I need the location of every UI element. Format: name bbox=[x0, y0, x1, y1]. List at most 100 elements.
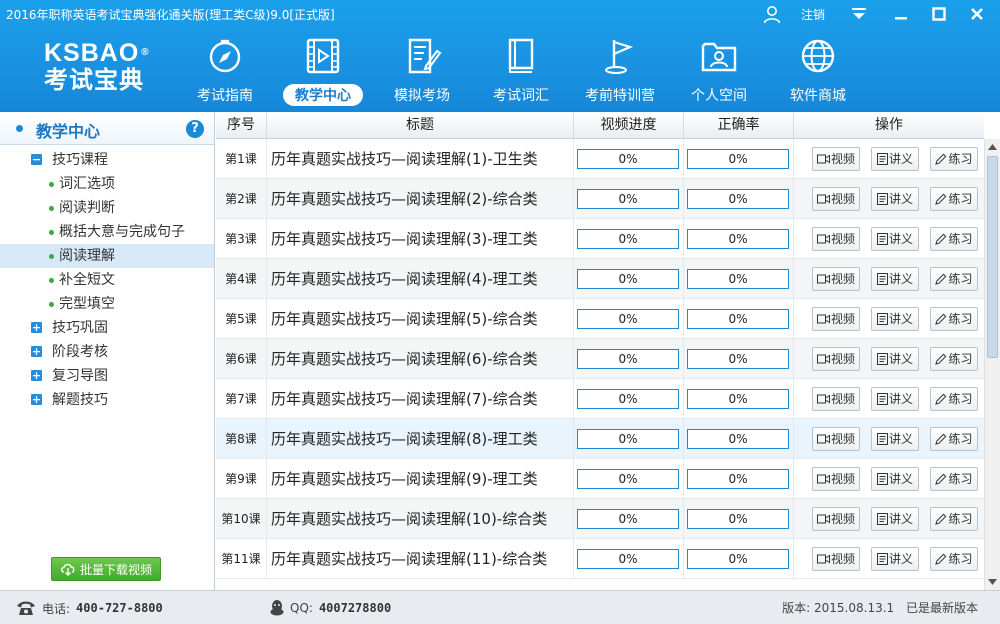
practice-button[interactable]: 练习 bbox=[930, 347, 978, 371]
tree-leaf[interactable]: 概括大意与完成句子 bbox=[0, 220, 214, 244]
practice-button[interactable]: 练习 bbox=[930, 307, 978, 331]
video-button[interactable]: 视频 bbox=[812, 427, 860, 451]
expand-icon[interactable]: + bbox=[31, 346, 42, 357]
notes-button[interactable]: 讲义 bbox=[871, 147, 919, 171]
table-row[interactable]: 第1课 历年真题实战技巧—阅读理解(1)-卫生类 0% 0% 视频 讲义 练习 bbox=[216, 139, 984, 179]
nav-personal-space[interactable]: 个人空间 bbox=[670, 34, 768, 108]
practice-button[interactable]: 练习 bbox=[930, 227, 978, 251]
practice-button[interactable]: 练习 bbox=[930, 507, 978, 531]
accuracy-cell: 0% bbox=[684, 539, 794, 579]
lesson-title[interactable]: 历年真题实战技巧—阅读理解(3)-理工类 bbox=[267, 219, 574, 259]
table-row[interactable]: 第4课 历年真题实战技巧—阅读理解(4)-理工类 0% 0% 视频 讲义 练习 bbox=[216, 259, 984, 299]
notes-button[interactable]: 讲义 bbox=[871, 267, 919, 291]
nav-pre-exam-training[interactable]: 考前特训营 bbox=[571, 34, 669, 108]
tree-leaf[interactable]: 完型填空 bbox=[0, 292, 214, 316]
tree-group[interactable]: + 技巧巩固 bbox=[0, 316, 214, 340]
tree-leaf[interactable]: 阅读判断 bbox=[0, 196, 214, 220]
practice-button[interactable]: 练习 bbox=[930, 467, 978, 491]
practice-button[interactable]: 练习 bbox=[930, 387, 978, 411]
table-row[interactable]: 第6课 历年真题实战技巧—阅读理解(6)-综合类 0% 0% 视频 讲义 练习 bbox=[216, 339, 984, 379]
expand-icon[interactable]: + bbox=[31, 370, 42, 381]
video-icon bbox=[816, 434, 830, 444]
nav-exam-vocabulary[interactable]: 考试词汇 bbox=[472, 34, 570, 108]
practice-button[interactable]: 练习 bbox=[930, 267, 978, 291]
scroll-down-icon[interactable] bbox=[985, 574, 1000, 590]
tree-leaf-label: 阅读理解 bbox=[59, 248, 115, 264]
video-button[interactable]: 视频 bbox=[812, 387, 860, 411]
tree-group[interactable]: + 复习导图 bbox=[0, 364, 214, 388]
collapse-icon[interactable]: − bbox=[31, 154, 42, 165]
video-button[interactable]: 视频 bbox=[812, 347, 860, 371]
notes-button[interactable]: 讲义 bbox=[871, 547, 919, 571]
lesson-table: 序号 标题 视频进度 正确率 操作 第1课 历年真题实战技巧—阅读理解(1)-卫生… bbox=[216, 112, 1000, 590]
video-button[interactable]: 视频 bbox=[812, 187, 860, 211]
nav-teaching-center[interactable]: 教学中心 bbox=[274, 34, 372, 108]
video-button[interactable]: 视频 bbox=[812, 547, 860, 571]
practice-button[interactable]: 练习 bbox=[930, 547, 978, 571]
table-row[interactable]: 第9课 历年真题实战技巧—阅读理解(9)-理工类 0% 0% 视频 讲义 练习 bbox=[216, 459, 984, 499]
notes-button[interactable]: 讲义 bbox=[871, 227, 919, 251]
notes-button[interactable]: 讲义 bbox=[871, 347, 919, 371]
nav-exam-guide[interactable]: 考试指南 bbox=[176, 34, 274, 108]
table-row[interactable]: 第8课 历年真题实战技巧—阅读理解(8)-理工类 0% 0% 视频 讲义 练习 bbox=[216, 419, 984, 459]
notes-button[interactable]: 讲义 bbox=[871, 387, 919, 411]
tree-leaf[interactable]: 词汇选项 bbox=[0, 172, 214, 196]
notes-button[interactable]: 讲义 bbox=[871, 307, 919, 331]
accuracy-cell: 0% bbox=[684, 139, 794, 179]
practice-button-label: 练习 bbox=[948, 512, 973, 526]
expand-icon[interactable]: + bbox=[31, 322, 42, 333]
scroll-up-icon[interactable] bbox=[985, 139, 1000, 155]
close-icon[interactable] bbox=[964, 3, 990, 25]
user-icon[interactable] bbox=[762, 4, 782, 24]
notes-button[interactable]: 讲义 bbox=[871, 507, 919, 531]
menu-dropdown-icon[interactable] bbox=[846, 3, 872, 25]
notes-button[interactable]: 讲义 bbox=[871, 187, 919, 211]
batch-download-button[interactable]: 批量下载视频 bbox=[51, 557, 161, 581]
notes-button[interactable]: 讲义 bbox=[871, 427, 919, 451]
lesson-title[interactable]: 历年真题实战技巧—阅读理解(8)-理工类 bbox=[267, 419, 574, 459]
tree-group[interactable]: + 解题技巧 bbox=[0, 388, 214, 412]
video-button[interactable]: 视频 bbox=[812, 227, 860, 251]
lesson-title[interactable]: 历年真题实战技巧—阅读理解(2)-综合类 bbox=[267, 179, 574, 219]
table-row[interactable]: 第3课 历年真题实战技巧—阅读理解(3)-理工类 0% 0% 视频 讲义 练习 bbox=[216, 219, 984, 259]
lesson-title[interactable]: 历年真题实战技巧—阅读理解(7)-综合类 bbox=[267, 379, 574, 419]
tree-group[interactable]: − 技巧课程 bbox=[0, 148, 214, 172]
minimize-icon[interactable] bbox=[888, 3, 914, 25]
notes-button[interactable]: 讲义 bbox=[871, 467, 919, 491]
accuracy-bar: 0% bbox=[687, 429, 789, 449]
table-row[interactable]: 第10课 历年真题实战技巧—阅读理解(10)-综合类 0% 0% 视频 讲义 练习 bbox=[216, 499, 984, 539]
video-button[interactable]: 视频 bbox=[812, 307, 860, 331]
video-button[interactable]: 视频 bbox=[812, 147, 860, 171]
maximize-icon[interactable] bbox=[926, 3, 952, 25]
scrollbar-thumb[interactable] bbox=[987, 156, 998, 358]
lesson-title[interactable]: 历年真题实战技巧—阅读理解(1)-卫生类 bbox=[267, 139, 574, 179]
practice-button[interactable]: 练习 bbox=[930, 147, 978, 171]
nav-label: 教学中心 bbox=[283, 84, 363, 106]
accuracy-cell: 0% bbox=[684, 379, 794, 419]
vertical-scrollbar[interactable] bbox=[984, 139, 1000, 590]
nav-software-store[interactable]: 软件商城 bbox=[769, 34, 867, 108]
practice-button[interactable]: 练习 bbox=[930, 427, 978, 451]
logout-link[interactable]: 注销 bbox=[801, 6, 825, 23]
lesson-title[interactable]: 历年真题实战技巧—阅读理解(11)-综合类 bbox=[267, 539, 574, 579]
help-icon[interactable]: ? bbox=[186, 120, 204, 138]
tree-leaf[interactable]: 补全短文 bbox=[0, 268, 214, 292]
nav-mock-exam[interactable]: 模拟考场 bbox=[373, 34, 471, 108]
video-button[interactable]: 视频 bbox=[812, 507, 860, 531]
video-button[interactable]: 视频 bbox=[812, 267, 860, 291]
lesson-title[interactable]: 历年真题实战技巧—阅读理解(5)-综合类 bbox=[267, 299, 574, 339]
practice-button[interactable]: 练习 bbox=[930, 187, 978, 211]
video-button[interactable]: 视频 bbox=[812, 467, 860, 491]
table-row[interactable]: 第5课 历年真题实战技巧—阅读理解(5)-综合类 0% 0% 视频 讲义 练习 bbox=[216, 299, 984, 339]
table-row[interactable]: 第11课 历年真题实战技巧—阅读理解(11)-综合类 0% 0% 视频 讲义 练习 bbox=[216, 539, 984, 579]
table-row[interactable]: 第7课 历年真题实战技巧—阅读理解(7)-综合类 0% 0% 视频 讲义 练习 bbox=[216, 379, 984, 419]
lesson-title[interactable]: 历年真题实战技巧—阅读理解(4)-理工类 bbox=[267, 259, 574, 299]
lesson-title[interactable]: 历年真题实战技巧—阅读理解(6)-综合类 bbox=[267, 339, 574, 379]
lesson-title[interactable]: 历年真题实战技巧—阅读理解(9)-理工类 bbox=[267, 459, 574, 499]
practice-button-label: 练习 bbox=[948, 312, 973, 326]
lesson-title[interactable]: 历年真题实战技巧—阅读理解(10)-综合类 bbox=[267, 499, 574, 539]
tree-leaf[interactable]: 阅读理解 bbox=[0, 244, 214, 268]
expand-icon[interactable]: + bbox=[31, 394, 42, 405]
tree-group[interactable]: + 阶段考核 bbox=[0, 340, 214, 364]
table-row[interactable]: 第2课 历年真题实战技巧—阅读理解(2)-综合类 0% 0% 视频 讲义 练习 bbox=[216, 179, 984, 219]
